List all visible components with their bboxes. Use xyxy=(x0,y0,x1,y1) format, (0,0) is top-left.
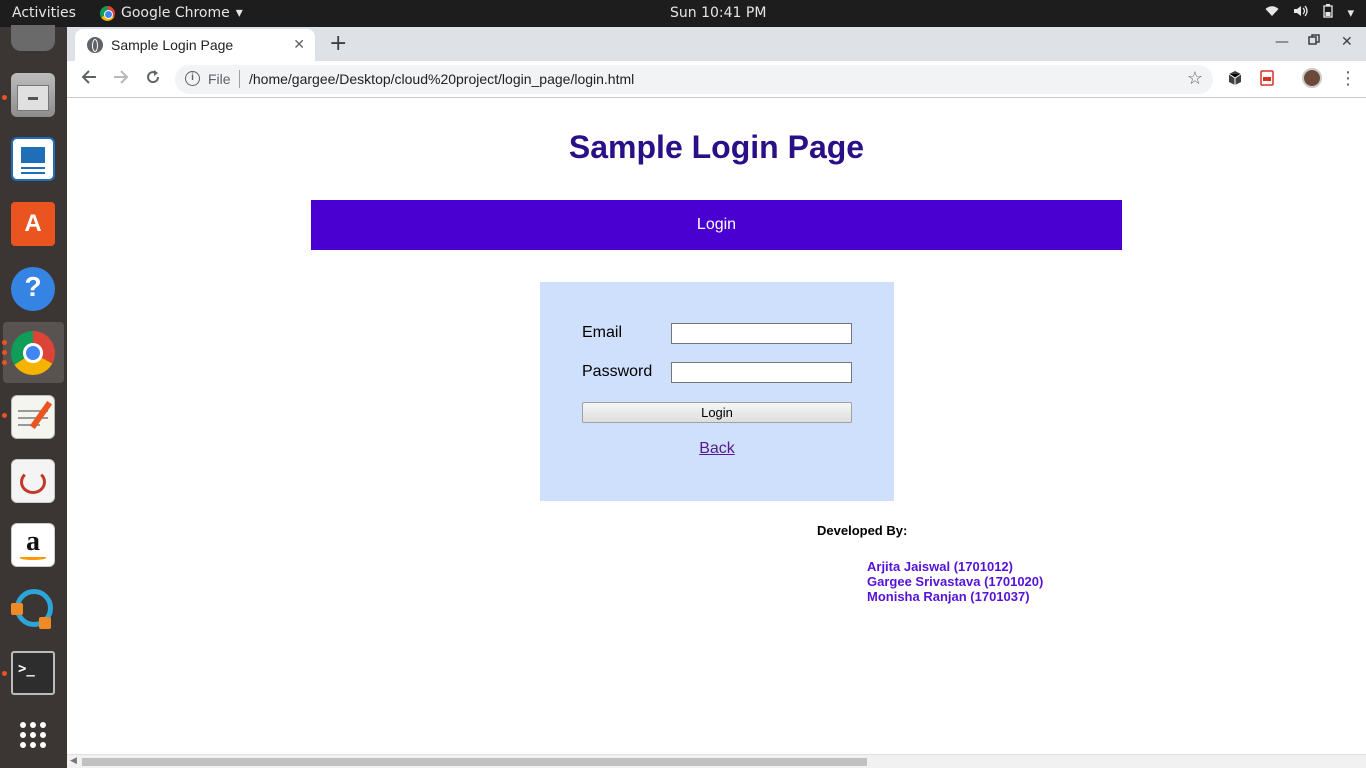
restore-icon[interactable] xyxy=(1308,34,1320,50)
volume-icon xyxy=(1293,5,1309,21)
app-menu[interactable]: Google Chrome ▾ xyxy=(100,5,243,21)
running-indicator xyxy=(2,413,7,418)
terminal-icon[interactable]: >_ xyxy=(11,651,55,695)
battery-icon xyxy=(1323,4,1334,22)
developer-list: Arjita Jaiswal (1701012) Gargee Srivasta… xyxy=(867,559,1043,604)
list-item: Monisha Ranjan (1701037) xyxy=(867,589,1030,604)
chrome-icon xyxy=(100,5,115,21)
clock[interactable]: Sun 10:41 PM xyxy=(670,5,766,21)
menu-kebab-icon[interactable]: ⋮ xyxy=(1339,68,1357,89)
system-top-bar: Activities Google Chrome ▾ Sun 10:41 PM … xyxy=(0,0,1366,27)
close-window-icon[interactable]: ✕ xyxy=(1341,34,1353,50)
chevron-down-icon: ▾ xyxy=(1347,5,1354,21)
document-viewer-icon[interactable] xyxy=(11,459,55,503)
running-indicator xyxy=(2,340,7,345)
email-label: Email xyxy=(582,324,623,341)
new-tab-button[interactable]: + xyxy=(329,31,347,56)
files-icon[interactable] xyxy=(11,73,55,117)
help-icon[interactable]: ? xyxy=(11,267,55,311)
tab-sample-login-page[interactable]: Sample Login Page ✕ xyxy=(75,29,315,61)
globe-icon xyxy=(87,37,103,53)
password-field[interactable] xyxy=(671,362,852,383)
developed-by-heading: Developed By: xyxy=(817,523,908,538)
chrome-window: Sample Login Page ✕ + — ✕ i File /home/g… xyxy=(67,27,1366,768)
address-bar[interactable]: i File /home/gargee/Desktop/cloud%20proj… xyxy=(175,65,1213,94)
reload-icon[interactable] xyxy=(145,69,161,90)
bookmark-star-icon[interactable]: ☆ xyxy=(1187,68,1203,89)
sound-juicer-icon[interactable] xyxy=(11,25,55,51)
amazon-icon[interactable]: a xyxy=(11,523,55,567)
password-label: Password xyxy=(582,363,653,380)
browser-toolbar: i File /home/gargee/Desktop/cloud%20proj… xyxy=(67,61,1366,98)
activities-button[interactable]: Activities xyxy=(12,5,76,21)
show-apps-icon[interactable] xyxy=(11,713,55,757)
web-page: Sample Login Page Login Email Password L… xyxy=(67,99,1366,754)
ubuntu-dock: A ? a >_ xyxy=(0,25,67,768)
app-menu-label: Google Chrome xyxy=(121,5,230,21)
pdf-extension-icon[interactable] xyxy=(1259,70,1275,86)
login-form: Email Password Login Back xyxy=(540,282,894,501)
email-field[interactable] xyxy=(671,323,852,344)
system-tray[interactable]: ▾ xyxy=(1265,4,1354,22)
chrome-icon[interactable] xyxy=(11,331,55,375)
list-item: Gargee Srivastava (1701020) xyxy=(867,574,1044,589)
back-link[interactable]: Back xyxy=(540,440,894,458)
tab-title: Sample Login Page xyxy=(111,37,234,53)
tab-strip: Sample Login Page ✕ + — ✕ xyxy=(67,27,1366,61)
software-store-icon[interactable]: A xyxy=(11,202,55,246)
omnibox-separator xyxy=(239,70,240,88)
chevron-down-icon: ▾ xyxy=(235,5,243,21)
running-indicator xyxy=(2,350,7,355)
login-banner: Login xyxy=(311,200,1122,250)
list-item: Arjita Jaiswal (1701012) xyxy=(867,559,1013,574)
back-arrow-icon[interactable] xyxy=(81,69,97,90)
login-button[interactable]: Login xyxy=(582,402,852,423)
running-indicator xyxy=(2,360,7,365)
extension-cube-icon[interactable] xyxy=(1227,70,1243,86)
horizontal-scrollbar[interactable]: ◀ xyxy=(67,754,1366,768)
libreoffice-impress-icon[interactable] xyxy=(11,137,55,181)
forward-arrow-icon[interactable] xyxy=(113,69,129,90)
close-tab-icon[interactable]: ✕ xyxy=(293,36,305,53)
avatar[interactable] xyxy=(1302,68,1322,88)
text-editor-icon[interactable] xyxy=(11,395,55,439)
minimize-icon[interactable]: — xyxy=(1275,34,1289,50)
page-title: Sample Login Page xyxy=(568,129,865,165)
scroll-left-icon[interactable]: ◀ xyxy=(70,756,77,766)
url-scheme-label: File xyxy=(208,71,231,87)
info-icon[interactable]: i xyxy=(185,71,200,86)
share-icon[interactable] xyxy=(11,587,55,631)
url-text[interactable]: /home/gargee/Desktop/cloud%20project/log… xyxy=(249,71,634,87)
scrollbar-thumb[interactable] xyxy=(82,758,867,766)
wifi-icon xyxy=(1265,5,1279,21)
running-indicator xyxy=(2,671,7,676)
running-indicator xyxy=(2,95,7,100)
